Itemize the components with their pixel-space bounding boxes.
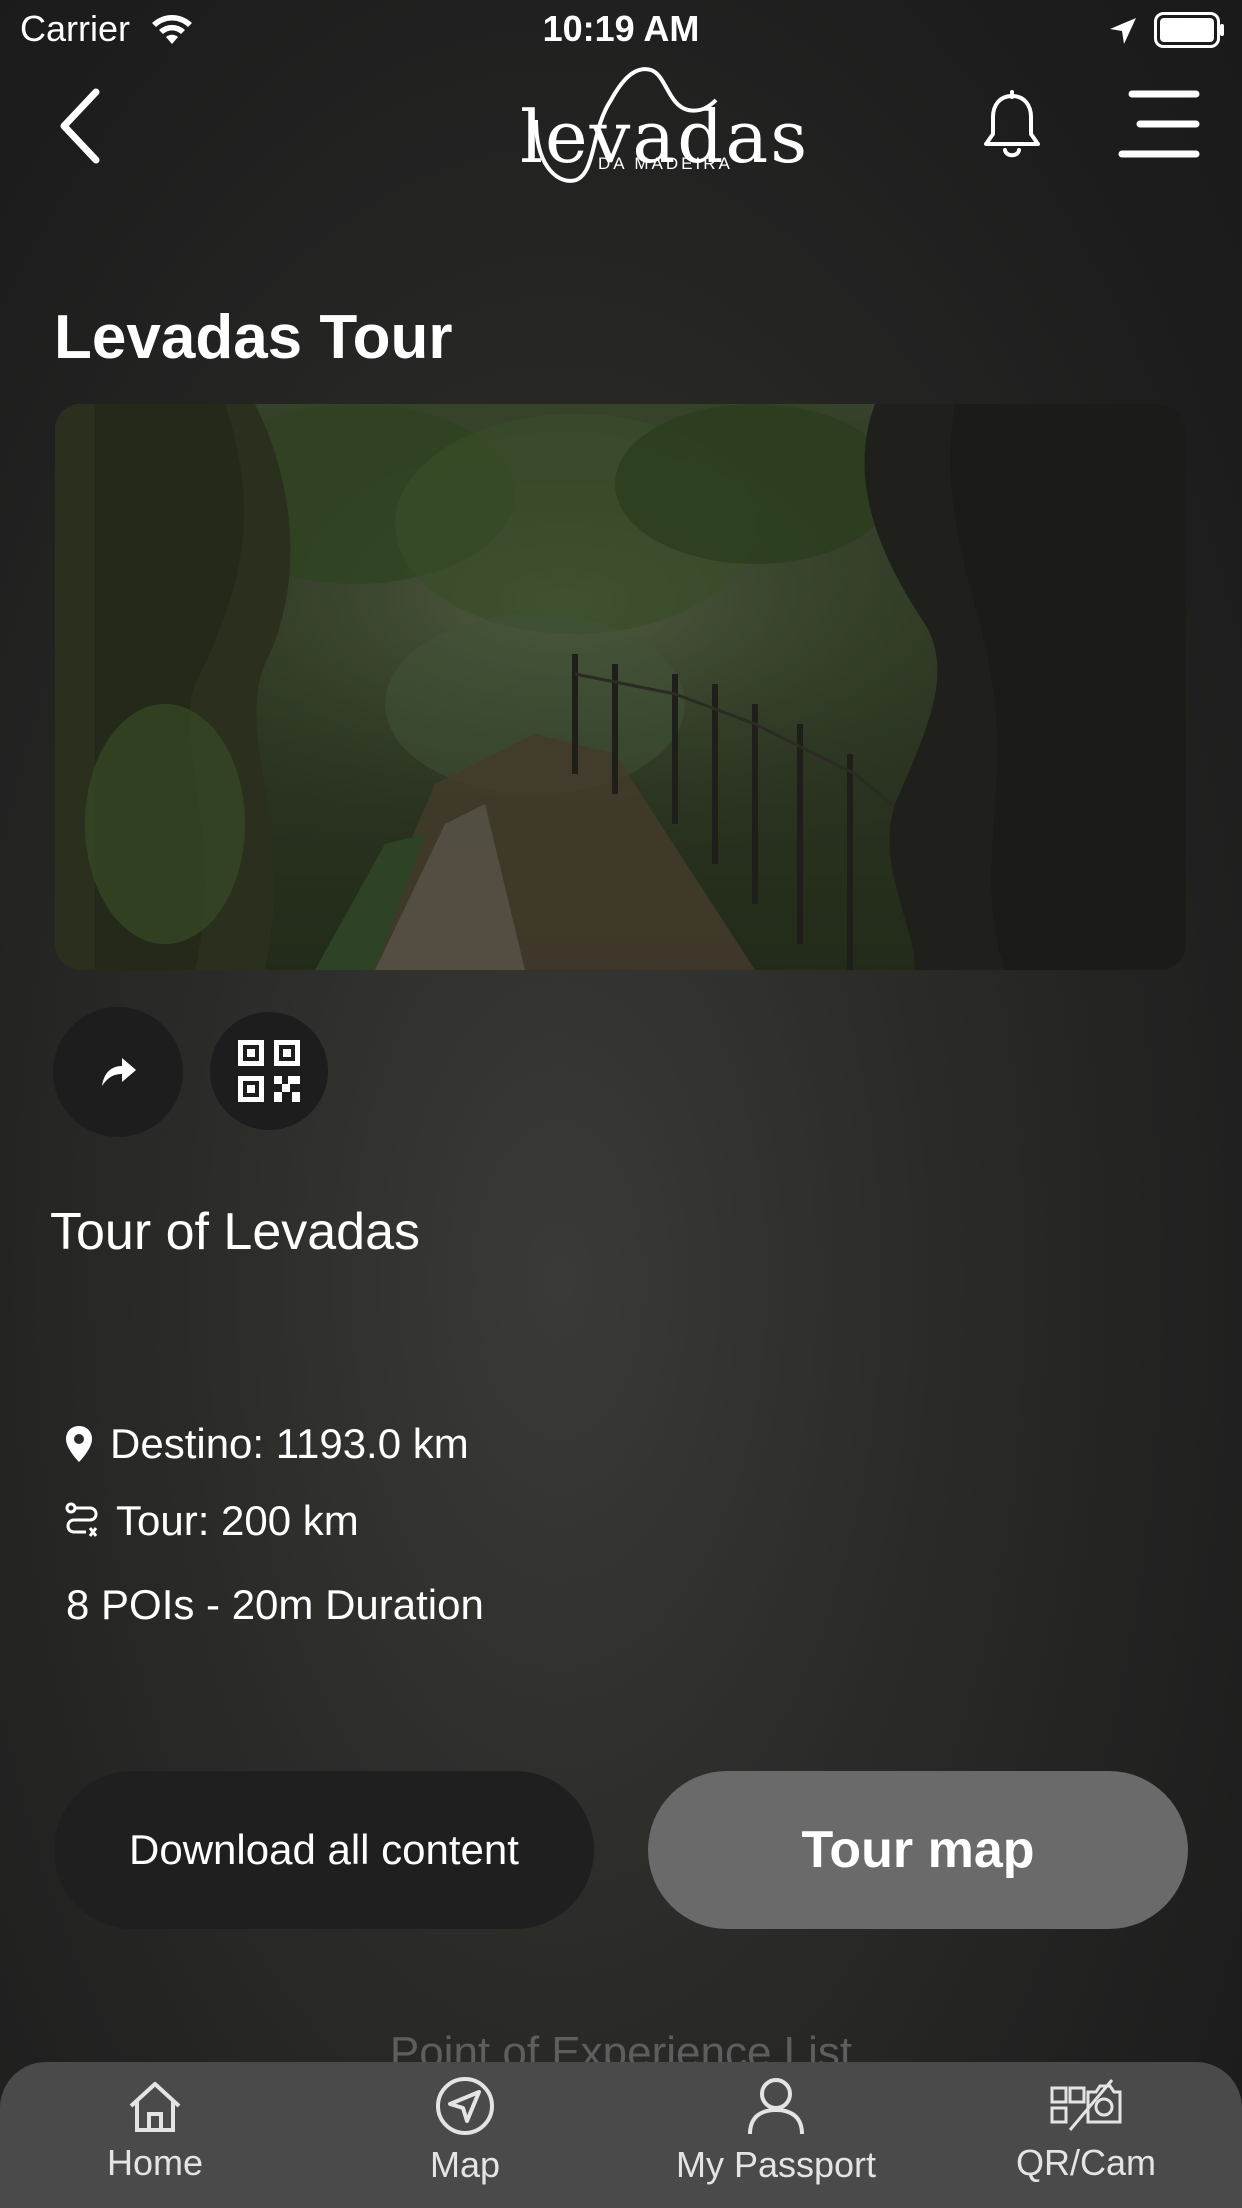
forest-path-picture [55, 404, 1186, 970]
map-pin-icon [66, 1426, 92, 1462]
tab-home-label: Home [106, 2142, 204, 2183]
tab-home[interactable]: Home [35, 2062, 275, 2208]
menu-icon[interactable] [1118, 86, 1200, 162]
back-icon[interactable] [52, 86, 112, 166]
download-content-button[interactable]: Download all content [54, 1771, 594, 1929]
tab-qr-cam-label: QR/Cam [1015, 2142, 1156, 2183]
logo-subtitle: DA MADEIRA [598, 154, 733, 173]
tour-name: Tour of Levadas [50, 1203, 421, 1261]
page-title: Levadas Tour [54, 303, 453, 372]
bell-icon[interactable] [980, 90, 1044, 162]
tab-my-passport[interactable]: My Passport [656, 2062, 896, 2208]
share-button[interactable] [53, 1007, 183, 1137]
tour-map-button[interactable]: Tour map [648, 1771, 1188, 1929]
distance-text: Tour: 200 km [116, 1497, 359, 1544]
status-bar: Carrier 10:19 AM [0, 0, 1242, 62]
location-arrow-icon [1110, 18, 1136, 44]
share-arrow-icon [102, 1058, 136, 1086]
battery-icon [1154, 12, 1224, 48]
qr-camera-icon [1050, 2079, 1122, 2131]
tab-map-label: Map [429, 2144, 501, 2185]
status-time: 10:19 AM [542, 8, 700, 49]
tab-my-passport-label: My Passport [675, 2144, 877, 2185]
tab-bar: Home Map My Passport QR/Cam [0, 2062, 1242, 2208]
destination-row: Destino: 1193.0 km [64, 1420, 469, 1468]
tour-summary: 8 POIs - 20m Duration [66, 1581, 484, 1628]
destination-text: Destino: 1193.0 km [110, 1420, 469, 1467]
tab-map[interactable]: Map [345, 2062, 585, 2208]
qr-code-icon [238, 1040, 300, 1102]
tour-hero-image [55, 404, 1186, 970]
user-icon [748, 2078, 804, 2135]
home-icon [129, 2082, 181, 2132]
distance-row: Tour: 200 km [64, 1497, 359, 1545]
route-icon [65, 1502, 98, 1537]
navigation-icon [436, 2077, 494, 2135]
tab-qr-cam[interactable]: QR/Cam [966, 2062, 1206, 2208]
qr-code-button[interactable] [210, 1012, 328, 1130]
